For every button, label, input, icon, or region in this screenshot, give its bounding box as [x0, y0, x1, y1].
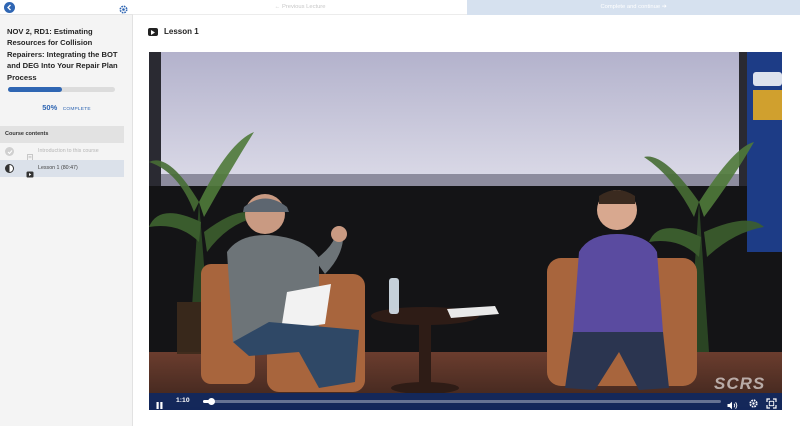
- seek-bar[interactable]: [203, 398, 721, 405]
- current-time: 1:10: [176, 397, 190, 404]
- course-contents-header: Course contents: [0, 126, 124, 143]
- complete-and-continue-label: Complete and continue: [600, 4, 661, 10]
- course-player-page: NOV 2, RD1: Estimating Resources for Col…: [0, 0, 800, 426]
- back-button[interactable]: [4, 2, 15, 13]
- chevron-left-icon: [7, 4, 11, 11]
- video-player[interactable]: SCRS 1:10: [149, 52, 782, 410]
- gear-icon: [749, 399, 758, 408]
- progress-percent: 50%: [42, 103, 58, 112]
- progress-bar: [8, 87, 115, 92]
- scrs-watermark: SCRS: [714, 374, 766, 393]
- arrow-right-icon: ➔: [661, 4, 667, 10]
- pause-icon: [156, 402, 163, 409]
- completed-check-icon: [5, 147, 14, 156]
- lecture-item-label: Lesson 1 (80:47): [38, 165, 78, 171]
- previous-lecture-label: Previous Lecture: [281, 4, 326, 10]
- lecture-navigation-bar: ← Previous Lecture Complete and continue…: [133, 0, 800, 15]
- video-frame: [149, 52, 782, 410]
- lesson-title: Lesson 1: [164, 27, 199, 36]
- course-title: NOV 2, RD1: Estimating Resources for Col…: [7, 27, 118, 82]
- fullscreen-icon: [766, 398, 777, 409]
- document-icon: [26, 148, 34, 161]
- complete-and-continue-button[interactable]: Complete and continue ➔: [467, 0, 800, 15]
- video-controls: 1:10: [149, 393, 782, 410]
- arrow-left-icon: ←: [274, 4, 281, 10]
- settings-button[interactable]: [748, 396, 759, 408]
- video-icon: [148, 28, 158, 36]
- course-sidebar: NOV 2, RD1: Estimating Resources for Col…: [0, 0, 133, 426]
- in-progress-icon: [5, 164, 14, 173]
- volume-button[interactable]: [727, 397, 739, 410]
- seek-bar-handle[interactable]: [208, 398, 216, 405]
- progress-label: 50% COMPLETE: [0, 97, 133, 115]
- video-icon: [26, 165, 34, 178]
- progress-word: COMPLETE: [62, 107, 91, 112]
- previous-lecture-button[interactable]: ← Previous Lecture: [133, 0, 467, 15]
- lecture-item-label: Introduction to this course: [38, 148, 99, 154]
- lecture-item-introduction[interactable]: Introduction to this course: [0, 143, 124, 161]
- volume-icon: [727, 401, 738, 410]
- sidebar-toolbar: [0, 0, 133, 15]
- lecture-item-lesson-1[interactable]: Lesson 1 (80:47): [0, 160, 124, 178]
- progress-bar-fill: [8, 87, 62, 92]
- pause-button[interactable]: [155, 397, 164, 409]
- gear-icon[interactable]: [118, 2, 129, 14]
- fullscreen-button[interactable]: [766, 396, 777, 409]
